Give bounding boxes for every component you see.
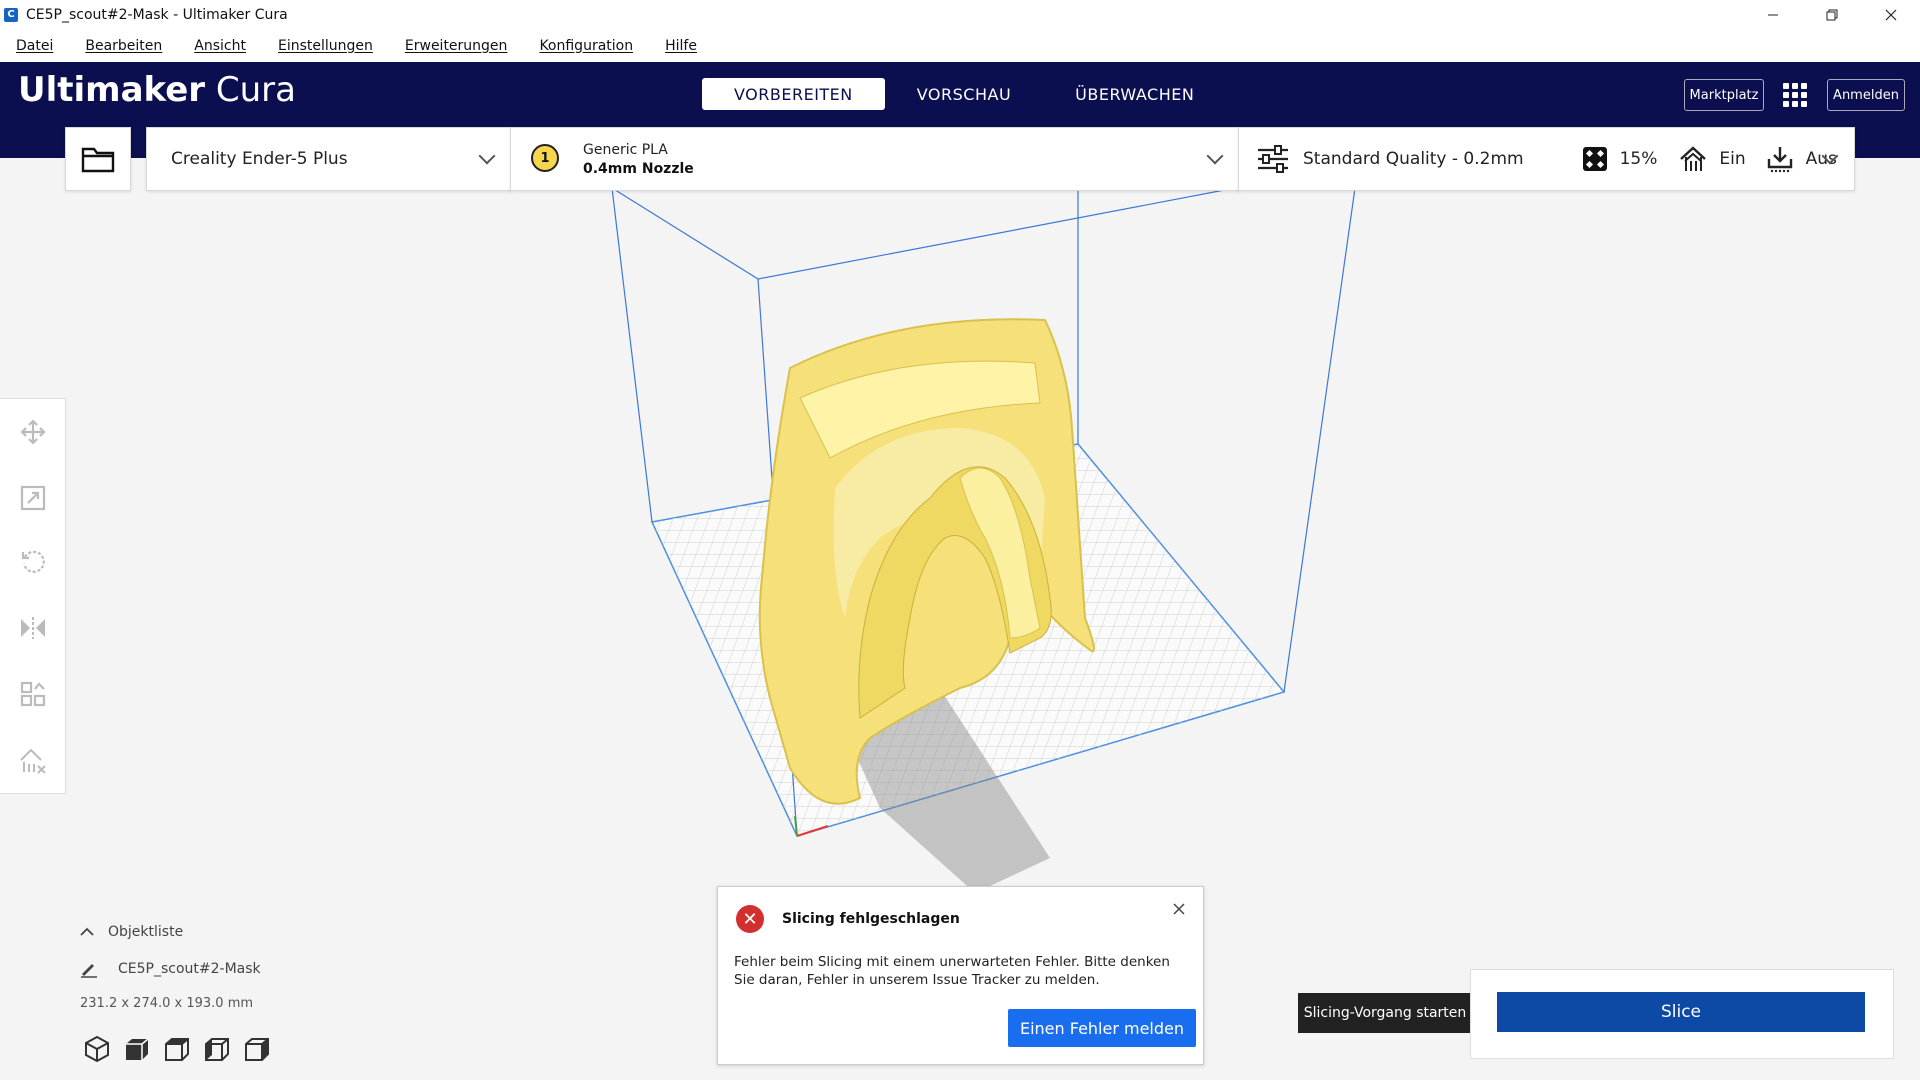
printer-selector[interactable]: Creality Ender-5 Plus (146, 127, 512, 191)
slice-panel: Slice (1470, 969, 1894, 1059)
restore-button[interactable] (1802, 0, 1861, 29)
ultimaker-cura-logo: Ultimaker Cura (18, 70, 296, 110)
chevron-up-icon (80, 927, 94, 936)
logo-ultimaker: Ultimaker (18, 70, 206, 110)
menu-ansicht[interactable]: Ansicht (194, 38, 246, 54)
cube-front-icon (126, 1038, 149, 1060)
cube-left-icon (205, 1038, 229, 1061)
slice-tooltip: Slicing-Vorgang starten (1298, 993, 1472, 1033)
chevron-down-icon (478, 147, 496, 165)
error-body: Fehler beim Slicing mit einem unerwartet… (734, 954, 1170, 988)
window-titlebar: C CE5P_scout#2-Mask - Ultimaker Cura (0, 0, 1920, 29)
per-model-settings-tool[interactable] (18, 679, 48, 709)
restore-icon (1826, 9, 1837, 20)
support-icon (1679, 145, 1707, 173)
window-controls (1743, 0, 1920, 29)
error-icon: ✕ (736, 905, 764, 933)
marketplace-button[interactable]: Marktplatz (1684, 79, 1764, 111)
nozzle-size: 0.4mm Nozzle (583, 161, 694, 177)
infill-value: 15% (1619, 149, 1658, 169)
tab-monitor[interactable]: ÜBERWACHEN (1043, 78, 1226, 110)
move-icon (20, 419, 46, 445)
apps-grid-icon[interactable] (1783, 83, 1807, 107)
tab-prepare[interactable]: VORBEREITEN (702, 78, 885, 110)
window-title: CE5P_scout#2-Mask - Ultimaker Cura (26, 6, 288, 23)
menu-datei[interactable]: Datei (16, 38, 53, 54)
close-error-button[interactable] (1169, 899, 1189, 919)
move-tool[interactable] (18, 417, 48, 447)
support-value: Ein (1719, 149, 1746, 169)
object-list-toggle[interactable]: Objektliste (80, 924, 280, 940)
view-front-button[interactable] (122, 1034, 152, 1064)
view-left-button[interactable] (202, 1034, 232, 1064)
cube-top-icon (165, 1038, 189, 1061)
rotate-icon (21, 550, 45, 573)
view-top-button[interactable] (162, 1034, 192, 1064)
close-icon (1173, 903, 1185, 915)
scale-tool[interactable] (18, 483, 48, 513)
support-blocker-tool[interactable] (18, 745, 48, 775)
camera-view-buttons (82, 1034, 282, 1064)
object-name: CE5P_scout#2-Mask (118, 961, 261, 977)
tab-preview[interactable]: VORSCHAU (885, 78, 1043, 110)
per-model-settings-icon (20, 681, 46, 707)
material-selector[interactable]: 1 Generic PLA 0.4mm Nozzle (510, 127, 1240, 191)
infill-icon (1582, 146, 1608, 172)
sliders-icon (1257, 145, 1289, 173)
menu-einstellungen[interactable]: Einstellungen (278, 38, 373, 54)
quality-profile: Standard Quality - 0.2mm (1303, 149, 1524, 169)
slice-button[interactable]: Slice (1497, 992, 1865, 1032)
chevron-down-icon (1206, 147, 1224, 165)
material-name: Generic PLA (583, 142, 668, 158)
stage-tabs: VORBEREITEN VORSCHAU ÜBERWACHEN (702, 78, 1226, 110)
rotate-tool[interactable] (18, 547, 48, 577)
minimize-button[interactable] (1743, 0, 1802, 29)
report-bug-button[interactable]: Einen Fehler melden (1008, 1009, 1196, 1047)
cube-3d-icon (85, 1035, 109, 1063)
view-3d-button[interactable] (82, 1034, 112, 1064)
extruder-badge: 1 (531, 144, 559, 172)
print-settings-selector[interactable]: Standard Quality - 0.2mm 15% Ein Aus (1238, 127, 1855, 191)
support-blocker-icon (20, 748, 46, 774)
folder-icon (81, 147, 115, 173)
object-list-header: Objektliste (108, 924, 184, 940)
menu-bearbeiten[interactable]: Bearbeiten (85, 38, 162, 54)
close-icon (1885, 9, 1896, 20)
menu-bar: Datei Bearbeiten Ansicht Einstellungen E… (0, 29, 1920, 62)
view-right-button[interactable] (242, 1034, 272, 1064)
slicing-error-message: ✕ Slicing fehlgeschlagen Fehler beim Sli… (717, 886, 1204, 1065)
mirror-tool[interactable] (18, 613, 48, 643)
close-window-button[interactable] (1861, 0, 1920, 29)
mirror-icon (21, 617, 45, 639)
cube-right-icon (245, 1038, 269, 1061)
minimize-icon (1767, 14, 1778, 15)
adhesion-icon (1766, 145, 1794, 173)
object-list-item[interactable]: CE5P_scout#2-Mask (80, 960, 380, 978)
scale-icon (20, 485, 46, 511)
error-title: Slicing fehlgeschlagen (782, 911, 960, 927)
pencil-icon (81, 964, 97, 978)
menu-erweiterungen[interactable]: Erweiterungen (405, 38, 508, 54)
logo-cura: Cura (215, 70, 296, 110)
cura-app-icon: C (4, 7, 18, 22)
tool-panel (0, 398, 66, 794)
printer-name: Creality Ender-5 Plus (171, 149, 348, 169)
open-file-button[interactable] (65, 127, 131, 191)
menu-konfiguration[interactable]: Konfiguration (539, 38, 633, 54)
object-dimensions: 231.2 x 274.0 x 193.0 mm (80, 996, 254, 1011)
menu-hilfe[interactable]: Hilfe (665, 38, 697, 54)
signin-button[interactable]: Anmelden (1827, 79, 1905, 111)
